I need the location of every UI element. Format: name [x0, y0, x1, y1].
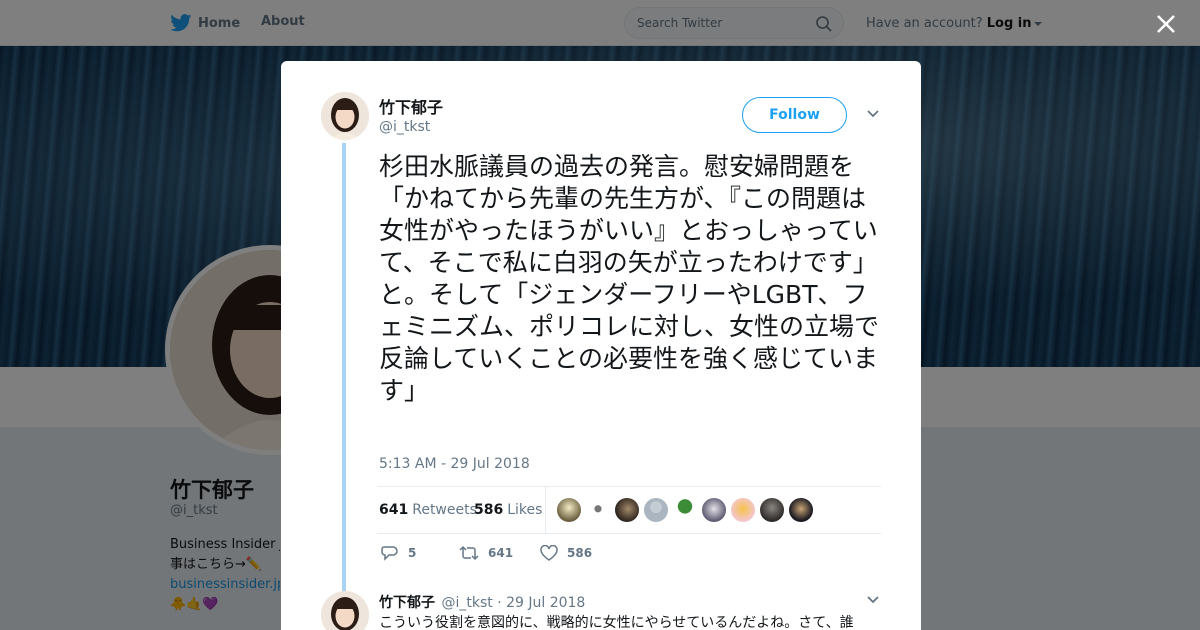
- liker-avatar[interactable]: [586, 498, 610, 522]
- liker-avatar[interactable]: [644, 498, 668, 522]
- author-avatar[interactable]: [321, 92, 369, 140]
- author-handle[interactable]: @i_tkst: [379, 119, 430, 135]
- tweet-actions: 5 641 586: [379, 545, 879, 565]
- liker-avatar[interactable]: [673, 498, 697, 522]
- reply-author-avatar[interactable]: [321, 591, 369, 630]
- retweet-icon: [459, 545, 479, 561]
- retweet-label: Retweets: [412, 502, 477, 518]
- liker-avatar[interactable]: [557, 498, 581, 522]
- tweet-modal: 竹下郁子 @i_tkst Follow 杉田水脈議員の過去の発言。慰安婦問題を「…: [281, 61, 921, 630]
- close-icon[interactable]: [1154, 12, 1178, 36]
- reply-button[interactable]: 5: [381, 545, 416, 561]
- like-action-count: 586: [567, 546, 593, 560]
- retweet-button[interactable]: 641: [459, 545, 513, 561]
- liker-avatar[interactable]: [702, 498, 726, 522]
- thread-line: [342, 143, 346, 591]
- follow-button[interactable]: Follow: [742, 97, 847, 133]
- author-avatar-image: [321, 92, 369, 140]
- heart-icon: [540, 545, 558, 561]
- stats-divider: [545, 487, 546, 534]
- reply-text: こういう役割を意図的に、戦略的に女性にやらせているんだよね。さて、誰: [379, 615, 854, 630]
- like-button[interactable]: 586: [540, 545, 592, 561]
- like-label: Likes: [507, 502, 543, 518]
- author-name[interactable]: 竹下郁子: [379, 94, 443, 118]
- liker-avatar[interactable]: [760, 498, 784, 522]
- like-count: 586: [474, 502, 504, 518]
- retweet-stat[interactable]: 641 Retweets: [379, 502, 477, 518]
- reply-count: 5: [408, 546, 417, 560]
- reply-date[interactable]: · 29 Jul 2018: [497, 595, 585, 611]
- reply-author-name[interactable]: 竹下郁子: [379, 595, 435, 611]
- chevron-down-icon[interactable]: [866, 595, 880, 605]
- retweet-action-count: 641: [488, 546, 514, 560]
- like-stat[interactable]: 586 Likes: [474, 502, 542, 518]
- liker-avatars: [557, 498, 813, 522]
- reply-author-avatar-image: [321, 591, 369, 630]
- tweet-stats: 641 Retweets 586 Likes: [377, 486, 881, 534]
- reply-icon: [381, 546, 398, 561]
- tweet-timestamp[interactable]: 5:13 AM - 29 Jul 2018: [379, 456, 530, 472]
- reply-author-handle[interactable]: @i_tkst: [441, 595, 492, 611]
- liker-avatar[interactable]: [615, 498, 639, 522]
- liker-avatar[interactable]: [731, 498, 755, 522]
- reply-header: 竹下郁子 @i_tkst · 29 Jul 2018: [379, 592, 585, 612]
- tweet-text: 杉田水脈議員の過去の発言。慰安婦問題を「かねてから先輩の先生方が、『この問題は女…: [379, 152, 880, 405]
- chevron-down-icon[interactable]: [866, 109, 880, 119]
- retweet-count: 641: [379, 502, 409, 518]
- liker-avatar[interactable]: [789, 498, 813, 522]
